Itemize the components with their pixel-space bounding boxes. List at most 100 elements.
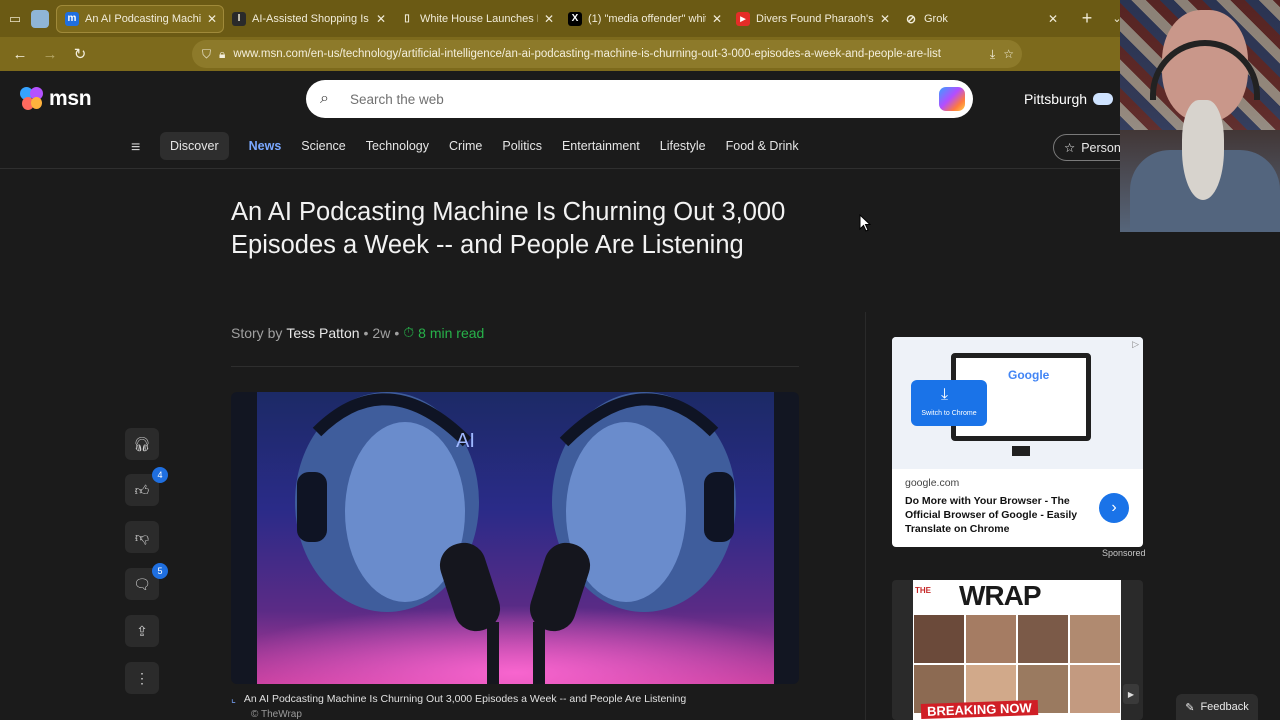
url-text[interactable]: www.msn.com/en-us/technology/artificial-… xyxy=(233,48,982,60)
grok-icon: ⊘ xyxy=(905,11,917,26)
sparkle-icon: ☆ xyxy=(1064,141,1076,155)
sponsored-label: Sponsored xyxy=(1102,548,1146,558)
headphones-icon: 🎧︎ xyxy=(133,435,151,452)
tab-title: AI-Assisted Shopping Is the xyxy=(252,12,370,25)
menu-icon[interactable]: ≡ xyxy=(131,139,140,157)
nav-technology[interactable]: Technology xyxy=(356,132,439,160)
msn-icon: m xyxy=(65,11,79,26)
thewrap-poster: THE WRAP BREAKING NOW xyxy=(913,580,1121,720)
share-button[interactable]: ⇪ xyxy=(125,615,159,647)
monitor-stand xyxy=(1012,446,1030,456)
ad-arrow-button[interactable]: › xyxy=(1099,493,1129,523)
tab-bar: ▭ m An AI Podcasting Machine ✕ I AI-Assi… xyxy=(0,0,1280,37)
ad-headline[interactable]: Do More with Your Browser - The Official… xyxy=(905,494,1085,536)
search-box[interactable]: ⌕ Search the web xyxy=(306,80,973,118)
article-age: 2w xyxy=(372,324,391,341)
tab-title: An AI Podcasting Machine xyxy=(85,12,201,25)
search-placeholder: Search the web xyxy=(350,91,444,107)
close-tab-icon[interactable]: ✕ xyxy=(712,12,722,26)
cloud-icon xyxy=(1093,93,1114,105)
feedback-button[interactable]: ✎ Feedback xyxy=(1176,694,1258,720)
separator-dot: • xyxy=(394,324,400,341)
forward-button[interactable]: → xyxy=(35,46,65,63)
share-icon: ⇪ xyxy=(136,622,148,639)
msn-logo-text: msn xyxy=(49,87,92,110)
byline: Story by Tess Patton • 2w • ⏱ 8 min read xyxy=(231,324,484,341)
webcam-overlay xyxy=(1120,0,1280,232)
reload-button[interactable]: ↻ xyxy=(65,45,95,63)
story-by-label: Story by xyxy=(231,324,283,341)
personalize-label: Person xyxy=(1081,140,1121,155)
lock-icon[interactable]: 🔒︎ xyxy=(219,47,225,62)
divider xyxy=(231,366,799,367)
copilot-icon[interactable] xyxy=(939,87,965,111)
bookmark-star-icon[interactable]: ☆ xyxy=(1003,47,1014,61)
breaking-now-banner: BREAKING NOW xyxy=(920,699,1038,720)
read-time: 8 min read xyxy=(418,324,485,341)
tab-white-house[interactable]: ▯ White House Launches Me ✕ xyxy=(392,5,560,33)
nav-news[interactable]: News xyxy=(239,132,292,160)
tab-actions-icon[interactable]: ▭ xyxy=(0,0,30,37)
page-icon: I xyxy=(232,11,246,26)
nav-lifestyle[interactable]: Lifestyle xyxy=(650,132,716,160)
tab-title: White House Launches Me xyxy=(420,12,538,25)
tab-title: Grok xyxy=(924,12,948,25)
workspaces-icon[interactable] xyxy=(30,0,50,37)
nav-science[interactable]: Science xyxy=(291,132,355,160)
x-logo-icon: X xyxy=(568,11,582,26)
wrap-small-text: THE xyxy=(915,586,931,595)
caption-text: An AI Podcasting Machine Is Churning Out… xyxy=(243,693,687,705)
category-nav: ≡ Discover News Science Technology Crime… xyxy=(0,129,1280,169)
separator-dot: • xyxy=(363,324,369,341)
nav-discover[interactable]: Discover xyxy=(160,132,229,160)
search-icon: ⌕ xyxy=(320,90,329,107)
youtube-icon: ▶ xyxy=(736,11,750,26)
tab-msn-article[interactable]: m An AI Podcasting Machine ✕ xyxy=(56,4,224,33)
like-count-badge: 4 xyxy=(152,467,168,483)
ai-podcast-illustration xyxy=(257,392,774,684)
nav-crime[interactable]: Crime xyxy=(439,132,492,160)
image-ai-label: AI xyxy=(456,430,475,452)
close-tab-icon[interactable]: ✕ xyxy=(1048,12,1058,26)
nav-food-drink[interactable]: Food & Drink xyxy=(716,132,809,160)
shield-icon[interactable]: ⛉ xyxy=(202,47,211,62)
listen-button[interactable]: 🎧︎ xyxy=(125,428,159,460)
thewrap-ad[interactable]: THE WRAP BREAKING NOW ▶ xyxy=(892,580,1143,720)
close-tab-icon[interactable]: ✕ xyxy=(544,12,554,26)
wrap-logo: WRAP xyxy=(959,580,1042,611)
nav-entertainment[interactable]: Entertainment xyxy=(552,132,650,160)
close-tab-icon[interactable]: ✕ xyxy=(880,12,890,26)
browser-toolbar: ← → ↻ ⛉ 🔒︎ www.msn.com/en-us/technology/… xyxy=(0,37,1280,71)
mouse-cursor-icon xyxy=(859,214,871,232)
more-options-button[interactable]: ⋮ xyxy=(125,662,159,694)
msn-logo[interactable]: msn xyxy=(20,87,92,111)
author-link[interactable]: Tess Patton xyxy=(286,325,359,341)
back-button[interactable]: ← xyxy=(5,46,35,63)
switch-to-chrome-label: Switch to Chrome xyxy=(921,410,977,417)
new-tab-button[interactable]: + xyxy=(1072,8,1102,29)
download-icon: ⤓ xyxy=(941,386,949,403)
celebrity-photo-grid xyxy=(913,614,1121,714)
ad-image: ▷ Google ⤓ Switch to Chrome xyxy=(892,337,1143,469)
tab-youtube[interactable]: ▶ Divers Found Pharaoh's An ✕ xyxy=(728,5,896,33)
close-tab-icon[interactable]: ✕ xyxy=(376,12,386,26)
article-hero-image[interactable]: AI xyxy=(231,392,799,684)
msn-butterfly-icon xyxy=(20,87,46,111)
carousel-next-icon[interactable]: ▶ xyxy=(1123,684,1139,704)
google-logo: Google xyxy=(1008,368,1050,382)
nav-politics[interactable]: Politics xyxy=(492,132,552,160)
dislike-button[interactable]: 👎︎ xyxy=(125,521,159,553)
download-icon[interactable]: ⤓ xyxy=(990,47,995,62)
address-bar[interactable]: ⛉ 🔒︎ www.msn.com/en-us/technology/artifi… xyxy=(192,40,1022,68)
tab-grok[interactable]: ⊘ Grok ✕ xyxy=(896,5,1064,33)
close-tab-icon[interactable]: ✕ xyxy=(207,12,217,26)
ad-domain: google.com xyxy=(905,477,960,489)
msn-header: msn ⌕ Search the web Pittsburgh xyxy=(0,71,1280,129)
tab-x-post[interactable]: X (1) "media offender" white ✕ xyxy=(560,5,728,33)
chrome-ad[interactable]: ▷ Google ⤓ Switch to Chrome google.com D… xyxy=(892,337,1143,547)
ad-choices-icon[interactable]: ▷ xyxy=(1132,339,1139,350)
tab-title: (1) "media offender" white xyxy=(588,12,706,25)
more-vertical-icon: ⋮ xyxy=(135,669,149,686)
tab-ai-shopping[interactable]: I AI-Assisted Shopping Is the ✕ xyxy=(224,5,392,33)
weather-location[interactable]: Pittsburgh xyxy=(1024,91,1114,107)
